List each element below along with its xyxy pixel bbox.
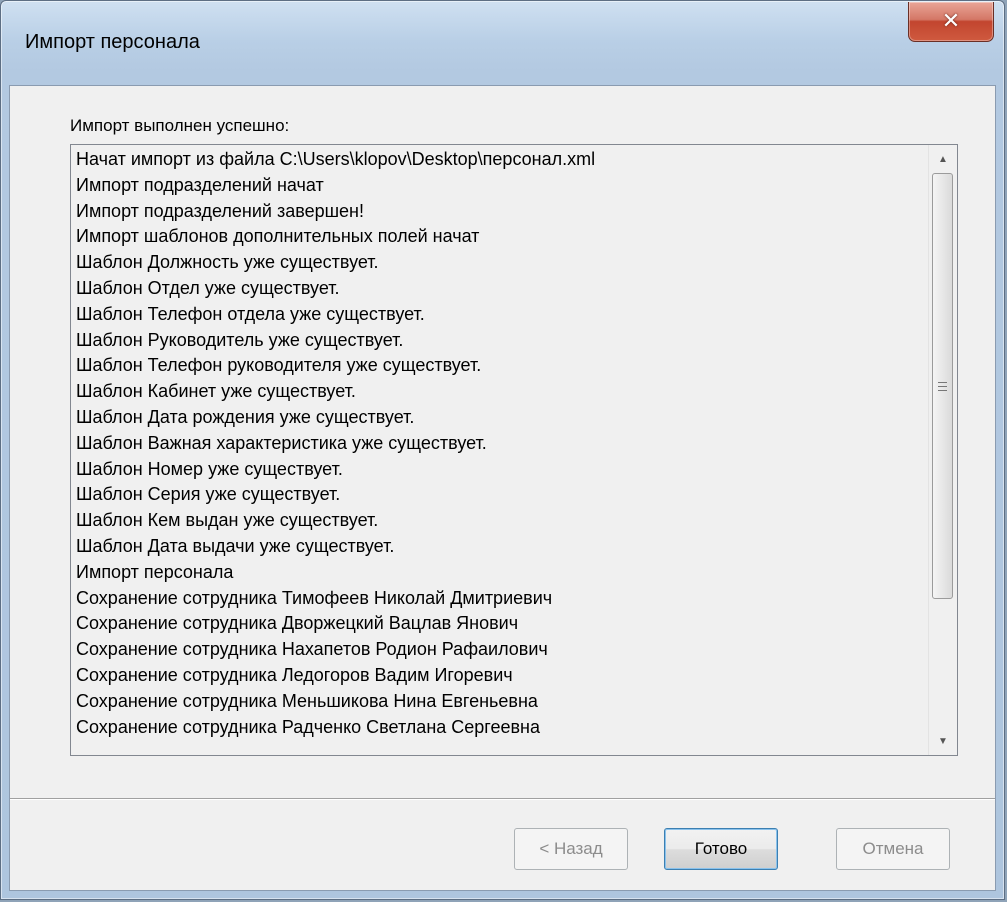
log-line: Шаблон Номер уже существует.	[76, 458, 343, 479]
title-bar[interactable]: Импорт персонала ✕	[1, 1, 1004, 85]
log-line: Шаблон Должность уже существует.	[76, 252, 379, 273]
log-line: Сохранение сотрудника Радченко Светлана …	[76, 716, 540, 737]
log-line: Импорт шаблонов дополнительных полей нач…	[76, 226, 480, 247]
scroll-down-arrow-icon[interactable]: ▼	[929, 727, 957, 755]
dialog-client-area: Импорт выполнен успешно: Начат импорт из…	[9, 85, 996, 891]
log-line: Сохранение сотрудника Меньшикова Нина Ев…	[76, 690, 538, 711]
log-line: Сохранение сотрудника Ледогоров Вадим Иг…	[76, 664, 513, 685]
log-line: Сохранение сотрудника Нахапетов Родион Р…	[76, 639, 548, 660]
log-line: Шаблон Руководитель уже существует.	[76, 329, 404, 350]
finish-button[interactable]: Готово	[664, 828, 778, 870]
result-heading: Импорт выполнен успешно:	[70, 116, 290, 135]
log-line: Шаблон Серия уже существует.	[76, 484, 341, 505]
cancel-button[interactable]: Отмена	[836, 828, 950, 870]
log-line: Шаблон Дата рождения уже существует.	[76, 406, 415, 427]
log-line: Начат импорт из файла C:\Users\klopov\De…	[76, 149, 596, 169]
log-line: Шаблон Телефон отдела уже существует.	[76, 303, 425, 324]
log-line: Шаблон Дата выдачи уже существует.	[76, 535, 395, 556]
log-line: Импорт подразделений начат	[76, 174, 324, 195]
log-line: Импорт персонала	[76, 561, 234, 582]
scroll-thumb[interactable]	[932, 173, 953, 599]
close-icon: ✕	[941, 9, 961, 34]
scroll-up-arrow-icon[interactable]: ▲	[929, 145, 957, 173]
import-log-listbox[interactable]: Начат импорт из файла C:\Users\klopov\De…	[70, 144, 958, 756]
log-line: Импорт подразделений завершен!	[76, 200, 364, 221]
log-line: Шаблон Телефон руководителя уже существу…	[76, 355, 482, 376]
grip-icon	[938, 381, 947, 391]
import-dialog-window: Импорт персонала ✕ Импорт выполнен успеш…	[0, 0, 1005, 900]
log-line: Шаблон Кабинет уже существует.	[76, 381, 356, 402]
footer-separator	[10, 798, 995, 800]
log-line: Шаблон Кем выдан уже существует.	[76, 510, 379, 531]
vertical-scrollbar[interactable]: ▲ ▼	[928, 145, 957, 755]
window-title: Импорт персонала	[25, 31, 200, 53]
log-line: Шаблон Важная характеристика уже существ…	[76, 432, 487, 453]
log-lines-container: Начат импорт из файла C:\Users\klopov\De…	[76, 147, 927, 755]
close-button[interactable]: ✕	[908, 2, 994, 42]
log-line: Шаблон Отдел уже существует.	[76, 277, 340, 298]
log-line: Сохранение сотрудника Дворжецкий Вацлав …	[76, 613, 519, 634]
back-button[interactable]: < Назад	[514, 828, 628, 870]
log-line: Сохранение сотрудника Тимофеев Николай Д…	[76, 587, 553, 608]
